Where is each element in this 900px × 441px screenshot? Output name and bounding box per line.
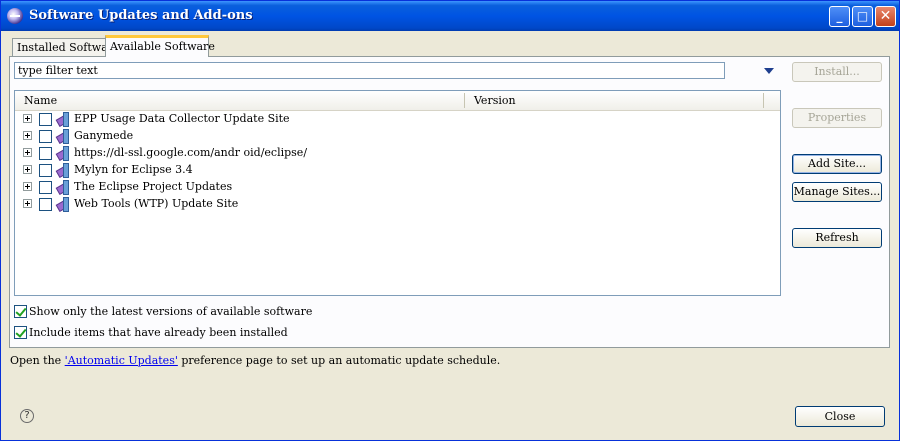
hint-prefix: Open the xyxy=(10,354,65,367)
row-label: Web Tools (WTP) Update Site xyxy=(74,197,239,210)
minimize-button[interactable]: _ xyxy=(829,6,850,27)
properties-button[interactable]: Properties xyxy=(792,108,882,128)
row-label: https://dl-ssl.google.com/andr oid/eclip… xyxy=(74,146,308,159)
expand-icon[interactable] xyxy=(23,199,32,208)
latest-versions-checkbox[interactable] xyxy=(14,305,27,318)
software-tree[interactable]: Name Version EPP Usage Data Collector Up… xyxy=(14,90,781,296)
tab-installed-software[interactable]: Installed Software xyxy=(12,38,120,56)
tree-row[interactable]: EPP Usage Data Collector Update Site xyxy=(15,110,780,127)
row-checkbox[interactable] xyxy=(39,164,52,177)
tree-row[interactable]: Mylyn for Eclipse 3.4 xyxy=(15,161,780,178)
software-updates-dialog: Software Updates and Add-ons _ □ ✕ Insta… xyxy=(0,0,900,441)
column-separator[interactable] xyxy=(763,93,764,108)
row-checkbox[interactable] xyxy=(39,181,52,194)
maximize-button[interactable]: □ xyxy=(852,6,873,27)
update-site-icon xyxy=(55,111,69,127)
filter-input[interactable]: type filter text xyxy=(14,62,725,79)
row-label: Ganymede xyxy=(74,129,134,142)
filter-dropdown-arrow-icon[interactable] xyxy=(764,68,774,74)
window-title: Software Updates and Add-ons xyxy=(29,8,253,23)
tree-header: Name Version xyxy=(15,91,780,111)
install-button[interactable]: Install... xyxy=(792,62,882,82)
tree-row[interactable]: https://dl-ssl.google.com/andr oid/eclip… xyxy=(15,144,780,161)
eclipse-app-icon xyxy=(7,8,23,24)
include-installed-checkbox[interactable] xyxy=(14,326,27,339)
update-site-icon xyxy=(55,162,69,178)
expand-icon[interactable] xyxy=(23,165,32,174)
hint-suffix: preference page to set up an automatic u… xyxy=(177,354,501,367)
add-site-button[interactable]: Add Site... xyxy=(792,154,882,174)
row-checkbox[interactable] xyxy=(39,130,52,143)
expand-icon[interactable] xyxy=(23,131,32,140)
row-checkbox[interactable] xyxy=(39,198,52,211)
row-label: EPP Usage Data Collector Update Site xyxy=(74,112,290,125)
automatic-updates-hint: Open the 'Automatic Updates' preference … xyxy=(10,354,500,367)
expand-icon[interactable] xyxy=(23,114,32,123)
expand-icon[interactable] xyxy=(23,182,32,191)
expand-icon[interactable] xyxy=(23,148,32,157)
row-label: Mylyn for Eclipse 3.4 xyxy=(74,163,193,176)
update-site-icon xyxy=(55,196,69,212)
tree-row[interactable]: Web Tools (WTP) Update Site xyxy=(15,195,780,212)
tab-available-software[interactable]: Available Software xyxy=(105,35,215,57)
manage-sites-button[interactable]: Manage Sites... xyxy=(792,182,882,202)
tree-row[interactable]: The Eclipse Project Updates xyxy=(15,178,780,195)
update-site-icon xyxy=(55,145,69,161)
row-label: The Eclipse Project Updates xyxy=(74,180,233,193)
latest-versions-label: Show only the latest versions of availab… xyxy=(29,305,313,318)
tab-available-software-label: Available Software xyxy=(110,40,215,53)
tree-row[interactable]: Ganymede xyxy=(15,127,780,144)
close-button[interactable]: Close xyxy=(795,406,885,427)
refresh-button[interactable]: Refresh xyxy=(792,228,882,248)
help-icon[interactable]: ? xyxy=(20,409,34,423)
update-site-icon xyxy=(55,128,69,144)
include-installed-label: Include items that have already been ins… xyxy=(29,326,288,339)
row-checkbox[interactable] xyxy=(39,113,52,126)
close-window-button[interactable]: ✕ xyxy=(875,6,896,27)
column-header-name[interactable]: Name xyxy=(24,94,57,107)
title-bar[interactable]: Software Updates and Add-ons _ □ ✕ xyxy=(1,1,899,31)
row-checkbox[interactable] xyxy=(39,147,52,160)
column-header-version[interactable]: Version xyxy=(474,94,516,107)
column-separator[interactable] xyxy=(464,93,465,108)
automatic-updates-link[interactable]: 'Automatic Updates' xyxy=(65,354,178,367)
update-site-icon xyxy=(55,179,69,195)
